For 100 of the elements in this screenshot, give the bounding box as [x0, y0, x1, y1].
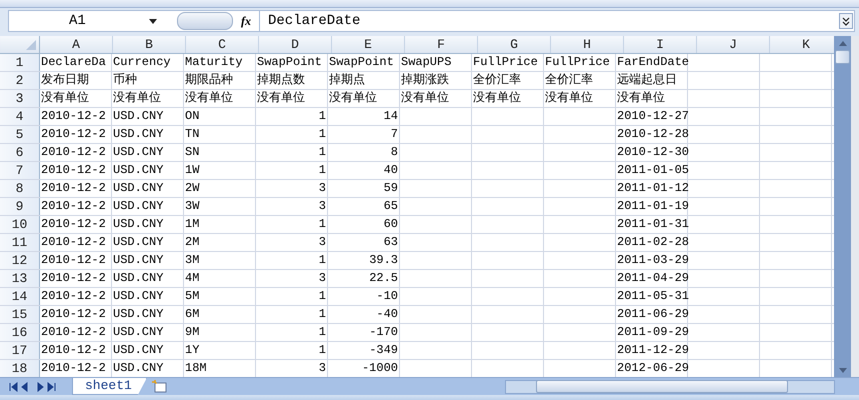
row-header[interactable]: 14 [0, 288, 40, 305]
table-cell: 全价汇率 [472, 72, 544, 89]
table-cell: DeclareDa [40, 54, 112, 71]
row-header[interactable]: 11 [0, 234, 40, 251]
table-cell: USD.CNY [112, 306, 184, 323]
table-cell: 1 [256, 306, 328, 323]
row-header[interactable]: 1 [0, 54, 40, 71]
table-cell: 4M [184, 270, 256, 287]
column-header[interactable]: F [405, 36, 478, 53]
table-cell: 3 [256, 180, 328, 197]
table-cell: 没有单位 [472, 90, 544, 107]
horizontal-scrollbar[interactable] [505, 380, 835, 394]
row-header[interactable]: 7 [0, 162, 40, 179]
column-header[interactable]: H [551, 36, 624, 53]
table-cell: 2010-12-2 [40, 144, 112, 161]
table-cell: 1 [256, 144, 328, 161]
table-cell: 没有单位 [400, 90, 472, 107]
table-cell: 2010-12-2 [40, 342, 112, 359]
table-cell: 2010-12-2 [40, 270, 112, 287]
table-cell: 3M [184, 252, 256, 269]
row-header[interactable]: 2 [0, 72, 40, 89]
table-cell: 全价汇率 [544, 72, 616, 89]
table-cell: 2010-12-2 [40, 216, 112, 233]
table-cell: 2010-12-2 [40, 198, 112, 215]
row-header[interactable]: 4 [0, 108, 40, 125]
up-arrow-icon [838, 40, 846, 46]
table-cell: Maturity [184, 54, 256, 71]
table-cell: -170 [328, 324, 400, 341]
caret-icon[interactable] [149, 18, 157, 24]
row-header[interactable]: 5 [0, 126, 40, 143]
name-box[interactable]: A1 [9, 11, 165, 31]
table-cell: 2010-12-2 [40, 234, 112, 251]
table-cell: USD.CNY [112, 252, 184, 269]
table-cell: SwapPoint [256, 54, 328, 71]
row-header[interactable]: 9 [0, 198, 40, 215]
table-cell: USD.CNY [112, 126, 184, 143]
sheet-tab[interactable]: sheet1 [72, 378, 147, 395]
scroll-thumb[interactable] [835, 50, 850, 64]
table-cell: 2011-12-29 [616, 342, 688, 359]
column-header[interactable]: J [697, 36, 770, 53]
function-label[interactable]: fx [241, 14, 251, 28]
row-header[interactable]: 8 [0, 180, 40, 197]
table-cell: 6M [184, 306, 256, 323]
row-header[interactable]: 15 [0, 306, 40, 323]
table-cell: 1W [184, 162, 256, 179]
table-cell: USD.CNY [112, 216, 184, 233]
row-header[interactable]: 10 [0, 216, 40, 233]
table-cell: USD.CNY [112, 162, 184, 179]
table-cell: 60 [328, 216, 400, 233]
table-cell: FarEndDate [616, 54, 688, 71]
row-header[interactable]: 18 [0, 360, 40, 377]
table-cell: 59 [328, 180, 400, 197]
scroll-thumb[interactable] [536, 380, 788, 393]
table-cell: USD.CNY [112, 180, 184, 197]
column-header[interactable]: E [332, 36, 405, 53]
table-cell: 掉期涨跌 [400, 72, 472, 89]
table-cell: 2011-03-29 [616, 252, 688, 269]
down-arrow-icon [838, 368, 846, 372]
table-cell: ON [184, 108, 256, 125]
resize-handle[interactable] [177, 12, 233, 30]
table-cell: 3 [256, 234, 328, 251]
table-cell: SwapPoint [328, 54, 400, 71]
table-cell: 没有单位 [256, 90, 328, 107]
column-header[interactable]: G [478, 36, 551, 53]
row-header[interactable]: 3 [0, 90, 40, 107]
expand-icon[interactable] [839, 13, 853, 29]
table-cell: 没有单位 [40, 90, 112, 107]
table-cell: 1 [256, 342, 328, 359]
table-cell: 远端起息日 [616, 72, 688, 89]
table-cell: 2M [184, 234, 256, 251]
column-header[interactable]: B [113, 36, 186, 53]
table-cell: 3 [256, 270, 328, 287]
table-cell: 2011-05-31 [616, 288, 688, 305]
column-header[interactable]: I [624, 36, 697, 53]
table-cell: 5M [184, 288, 256, 305]
column-header[interactable]: D [259, 36, 332, 53]
table-cell: USD.CNY [112, 234, 184, 251]
table-cell: 1 [256, 126, 328, 143]
table-cell: 2010-12-2 [40, 180, 112, 197]
table-cell: 2010-12-2 [40, 324, 112, 341]
table-cell: -40 [328, 306, 400, 323]
table-cell: 1 [256, 108, 328, 125]
table-cell: 1 [256, 288, 328, 305]
table-cell: 2010-12-2 [40, 288, 112, 305]
column-header[interactable]: A [40, 36, 113, 53]
table-cell: 2010-12-27 [616, 108, 688, 125]
row-header[interactable]: 16 [0, 324, 40, 341]
vertical-scrollbar[interactable] [834, 36, 851, 377]
table-cell: 2010-12-2 [40, 162, 112, 179]
table-cell: USD.CNY [112, 108, 184, 125]
row-header[interactable]: 6 [0, 144, 40, 161]
row-header[interactable]: 13 [0, 270, 40, 287]
row-header[interactable]: 12 [0, 252, 40, 269]
table-cell: 2011-01-05 [616, 162, 688, 179]
table-cell: 63 [328, 234, 400, 251]
column-header[interactable]: C [186, 36, 259, 53]
table-cell: 1 [256, 324, 328, 341]
table-cell: 没有单位 [112, 90, 184, 107]
new-sheet-icon[interactable] [150, 380, 169, 393]
row-header[interactable]: 17 [0, 342, 40, 359]
